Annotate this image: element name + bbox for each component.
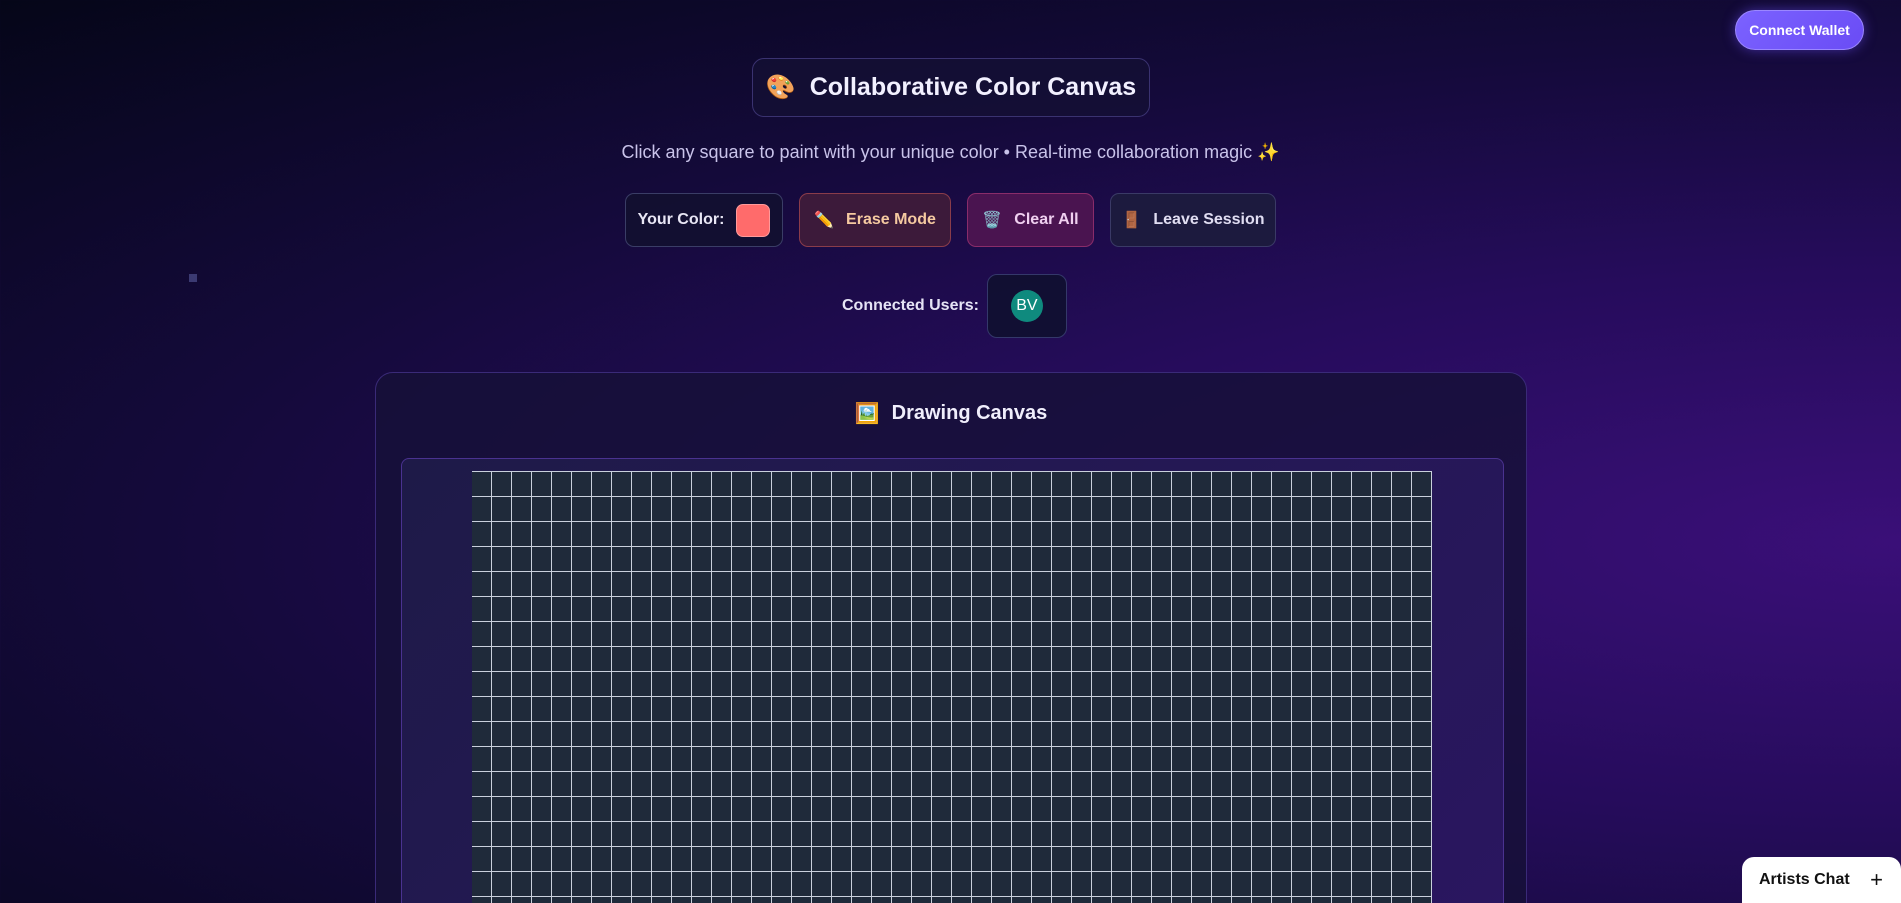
page-subtitle: Click any square to paint with your uniq…: [621, 142, 1280, 162]
color-swatch[interactable]: [736, 203, 771, 237]
erase-mode-label: Erase Mode: [846, 211, 936, 228]
your-color-label: Your Color:: [637, 211, 725, 228]
artists-chat-tab[interactable]: Artists Chat +: [1742, 857, 1901, 903]
title-card: 🎨 Collaborative Color Canvas: [752, 58, 1150, 117]
canvas-title: Drawing Canvas: [891, 402, 1048, 424]
trash-icon: 🗑️: [982, 212, 1003, 229]
door-icon: 🚪: [1121, 212, 1142, 229]
decorative-dot: [189, 274, 197, 282]
your-color-panel: Your Color:: [625, 193, 783, 247]
leave-session-label: Leave Session: [1153, 211, 1265, 228]
avatar-list: BV: [986, 274, 1067, 338]
connected-users: Connected Users: BV: [842, 274, 1067, 338]
pencil-icon: ✏️: [814, 212, 835, 229]
toolbar: Your Color: ✏️ Erase Mode 🗑️ Clear All 🚪…: [0, 193, 1901, 247]
avatar[interactable]: BV: [1010, 290, 1043, 322]
pixel-grid[interactable]: [472, 471, 1432, 903]
leave-session-button[interactable]: 🚪 Leave Session: [1110, 193, 1276, 247]
connected-users-label: Connected Users:: [842, 297, 979, 314]
framed-picture-icon: 🖼️: [854, 403, 880, 425]
clear-all-label: Clear All: [1014, 211, 1079, 228]
clear-all-button[interactable]: 🗑️ Clear All: [967, 193, 1094, 247]
erase-mode-button[interactable]: ✏️ Erase Mode: [799, 193, 951, 247]
connect-wallet-button[interactable]: Connect Wallet: [1735, 10, 1864, 50]
page-title: Collaborative Color Canvas: [809, 73, 1137, 101]
palette-icon: 🎨: [765, 74, 796, 101]
drawing-canvas-card: 🖼️ Drawing Canvas: [375, 372, 1527, 903]
plus-icon[interactable]: +: [1870, 867, 1883, 893]
canvas-header: 🖼️ Drawing Canvas: [376, 401, 1526, 426]
artists-chat-label: Artists Chat: [1759, 871, 1850, 888]
canvas-well: [401, 458, 1504, 903]
